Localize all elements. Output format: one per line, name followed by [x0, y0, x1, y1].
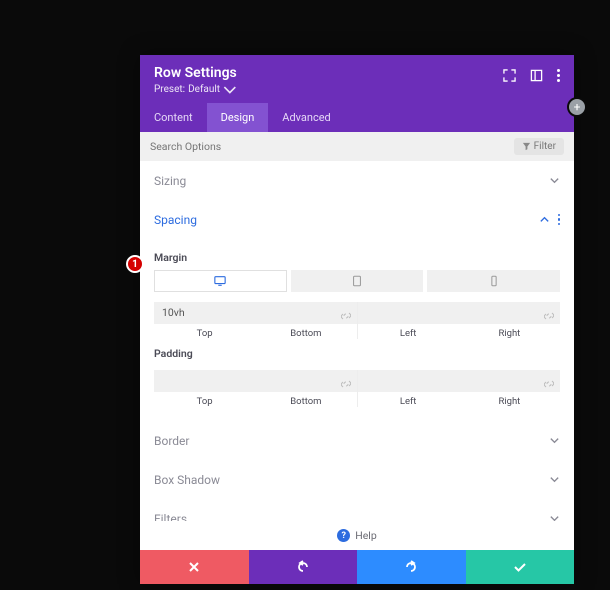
- tab-content[interactable]: Content: [140, 103, 207, 132]
- link-values-icon[interactable]: [544, 306, 554, 325]
- help-icon: ?: [337, 529, 350, 542]
- save-button[interactable]: [466, 550, 575, 584]
- label-left: Left: [400, 328, 417, 339]
- padding-left-input[interactable]: [358, 370, 459, 392]
- chevron-down-icon: [549, 513, 560, 521]
- preset-selector[interactable]: Preset: Default: [154, 83, 237, 97]
- padding-label: Padding: [154, 347, 560, 360]
- redo-button[interactable]: [357, 550, 466, 584]
- label-right: Right: [498, 328, 520, 339]
- redo-icon: [404, 560, 418, 574]
- link-values-icon[interactable]: [341, 374, 351, 393]
- label-bottom: Bottom: [290, 328, 321, 339]
- filter-button[interactable]: Filter: [514, 138, 564, 155]
- link-values-icon[interactable]: [341, 306, 351, 325]
- search-input[interactable]: [150, 140, 398, 153]
- label-top: Top: [197, 396, 213, 407]
- help-link[interactable]: ? Help: [140, 521, 574, 550]
- chevron-down-icon: [549, 175, 560, 186]
- device-phone[interactable]: [427, 270, 560, 292]
- more-menu-icon[interactable]: [557, 69, 560, 82]
- label-left: Left: [400, 396, 417, 407]
- check-icon: [513, 560, 527, 574]
- filter-icon: [522, 142, 531, 151]
- add-module-edge-button[interactable]: +: [569, 99, 585, 115]
- device-desktop[interactable]: [154, 270, 287, 292]
- section-filters[interactable]: Filters: [154, 499, 560, 521]
- tab-advanced[interactable]: Advanced: [268, 103, 344, 132]
- section-sizing[interactable]: Sizing: [154, 161, 560, 200]
- tab-bar: Content Design Advanced: [140, 103, 574, 132]
- section-border[interactable]: Border: [154, 421, 560, 460]
- tablet-icon: [351, 275, 363, 287]
- margin-fields: Top Bottom Left Right: [154, 302, 560, 339]
- chevron-down-icon: [223, 83, 237, 97]
- desktop-icon: [214, 275, 226, 287]
- discard-button[interactable]: [140, 550, 249, 584]
- margin-left-input[interactable]: [358, 302, 459, 324]
- modal-actions: [140, 550, 574, 584]
- spacing-panel: Margin Top: [154, 239, 560, 421]
- snap-icon[interactable]: [530, 69, 543, 82]
- close-icon: [187, 560, 201, 574]
- modal-header: Row Settings Preset: Default: [140, 55, 574, 103]
- expand-icon[interactable]: [503, 69, 516, 82]
- undo-icon: [296, 560, 310, 574]
- search-row: Filter: [140, 132, 574, 161]
- annotation-badge-1: 1: [126, 255, 144, 273]
- modal-title: Row Settings: [154, 65, 237, 81]
- row-settings-modal: Row Settings Preset: Default Content Des…: [140, 55, 574, 584]
- padding-fields: Top Bottom Left Right: [154, 370, 560, 407]
- tab-design[interactable]: Design: [207, 103, 269, 132]
- label-top: Top: [197, 328, 213, 339]
- margin-top-input[interactable]: [154, 302, 255, 324]
- section-more-icon[interactable]: [558, 214, 561, 226]
- link-values-icon[interactable]: [544, 374, 554, 393]
- section-box-shadow[interactable]: Box Shadow: [154, 460, 560, 499]
- margin-label: Margin: [154, 251, 560, 264]
- section-spacing[interactable]: Spacing: [154, 200, 560, 239]
- undo-button[interactable]: [249, 550, 358, 584]
- settings-content: Sizing Spacing Margin: [140, 161, 574, 521]
- padding-top-input[interactable]: [154, 370, 255, 392]
- label-right: Right: [498, 396, 520, 407]
- phone-icon: [488, 275, 500, 287]
- chevron-up-icon: [539, 214, 550, 225]
- responsive-device-tabs: [154, 270, 560, 292]
- chevron-down-icon: [549, 435, 560, 446]
- chevron-down-icon: [549, 474, 560, 485]
- label-bottom: Bottom: [290, 396, 321, 407]
- device-tablet[interactable]: [291, 270, 424, 292]
